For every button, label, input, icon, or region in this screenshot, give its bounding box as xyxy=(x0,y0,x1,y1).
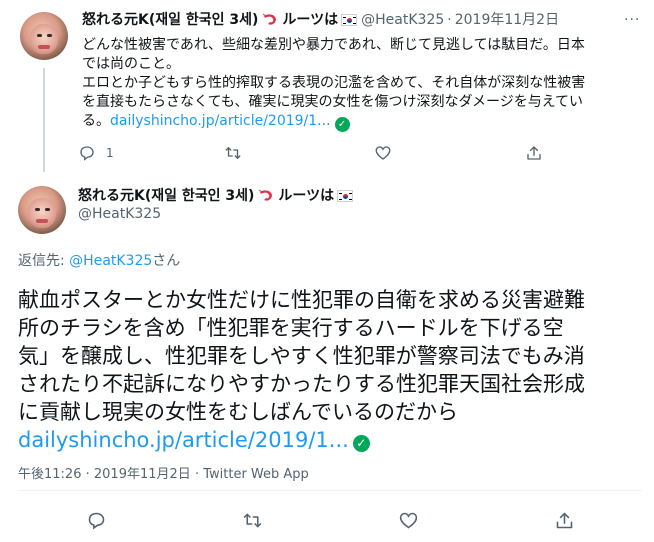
tweet-parent[interactable]: 怒れる元K(재일 한국인 3세) ルーツは @HeatK325 · 2019年1… xyxy=(0,0,654,176)
like-button[interactable] xyxy=(374,144,392,162)
tweet-text-line: に貢献し現実の女性をむしばんでいるのだから xyxy=(18,400,458,424)
reply-to-mention[interactable]: @HeatK325 xyxy=(69,253,152,269)
reply-to-label: 返信先: xyxy=(18,253,65,269)
heart-icon xyxy=(399,512,418,529)
reply-icon xyxy=(88,512,105,530)
tweet-text-line: されたり不起訴になりやすかったりする性犯罪天国社会形成 xyxy=(18,372,585,396)
separator: · xyxy=(447,12,452,28)
tweet-header: 怒れる元K(재일 한국인 3세) ルーツは xyxy=(78,187,354,205)
tweet-text-line: では尚のこと。 xyxy=(82,56,180,72)
tweet-text-line: 献血ポスターとか女性だけに性犯罪の自衛を求める災害避難 xyxy=(18,288,585,312)
share-icon xyxy=(527,146,541,160)
avatar[interactable] xyxy=(18,186,66,234)
tweet-header: 怒れる元K(재일 한국인 3세) ルーツは @HeatK325 · 2019年1… xyxy=(82,11,559,29)
tweet-text: どんな性被害であれ、些細な差別や暴力であれ、断じて見逃しては駄目だ。日本 では尚… xyxy=(82,36,642,132)
tweet-text-line: 気」を醸成し、性犯罪をしやすく性犯罪が警察司法でもみ消 xyxy=(18,344,585,368)
shrimp-emoji-icon xyxy=(258,189,274,203)
reply-button[interactable]: 1 xyxy=(78,144,114,162)
article-link[interactable]: dailyshincho.jp/article/2019/1... xyxy=(110,113,331,129)
tweet-date[interactable]: 2019年11月2日 xyxy=(94,467,191,482)
tweet-text-line: エロとか子どもすら性的搾取する表現の氾濫を含めて、それ自体が深刻な性被害 xyxy=(82,75,586,91)
tweet-text: 献血ポスターとか女性だけに性犯罪の自衛を求める災害避難 所のチラシを含め「性犯罪… xyxy=(18,286,642,454)
south-korea-flag-icon xyxy=(341,14,358,26)
display-name[interactable]: 怒れる元K(재일 한국인 3세) xyxy=(78,187,254,205)
shrimp-emoji-icon xyxy=(262,13,278,27)
tweet-meta: 午後11:26 · 2019年11月2日 · Twitter Web App xyxy=(18,463,309,482)
verified-check-icon: ✓ xyxy=(334,117,350,132)
display-name-suffix: ルーツは xyxy=(282,12,339,28)
reply-button[interactable] xyxy=(86,510,107,531)
thread-line xyxy=(43,68,45,172)
more-options-icon[interactable]: ··· xyxy=(624,12,640,28)
tweet-text-line: dailyshincho.jp/article/2019/1... ✓ xyxy=(18,426,642,454)
display-name-suffix: ルーツは xyxy=(278,188,335,204)
tweet-text-line: どんな性被害であれ、些細な差別や暴力であれ、断じて見逃しては駄目だ。日本 xyxy=(82,37,585,53)
south-korea-flag-icon xyxy=(337,190,354,202)
retweet-button[interactable] xyxy=(224,144,242,162)
tweet-text-fragment: る。 xyxy=(82,113,110,129)
tweet-text-line: を直接もたらさなくても、確実に現実の女性を傷つけ深刻なダメージを与えてい xyxy=(82,94,584,110)
reply-to-line: 返信先: @HeatK325さん xyxy=(18,250,180,270)
avatar[interactable] xyxy=(20,12,68,60)
retweet-icon xyxy=(243,513,262,528)
tweet-source[interactable]: Twitter Web App xyxy=(203,467,309,482)
retweet-button[interactable] xyxy=(242,510,263,531)
heart-icon xyxy=(375,146,391,160)
article-link[interactable]: dailyshincho.jp/article/2019/1... xyxy=(18,428,349,452)
tweet-time[interactable]: 午後11:26 xyxy=(18,467,81,482)
like-button[interactable] xyxy=(398,510,419,531)
tweet-text-line: る。dailyshincho.jp/article/2019/1... ✓ xyxy=(82,112,642,132)
user-handle[interactable]: @HeatK325 xyxy=(78,206,161,222)
reply-icon xyxy=(80,146,94,161)
tweet-date[interactable]: 2019年11月2日 xyxy=(455,11,559,29)
divider xyxy=(18,490,642,491)
display-name[interactable]: 怒れる元K(재일 한국인 3세) xyxy=(82,11,258,29)
share-icon xyxy=(556,512,573,529)
separator: · xyxy=(85,467,90,482)
reply-to-suffix: さん xyxy=(152,253,181,269)
share-button[interactable] xyxy=(525,144,543,162)
retweet-icon xyxy=(225,147,241,159)
share-button[interactable] xyxy=(554,510,575,531)
reply-count: 1 xyxy=(106,146,114,160)
tweet-focused: 怒れる元K(재일 한국인 3세) ルーツは @HeatK325 返信先: @He… xyxy=(0,176,654,542)
verified-check-icon: ✓ xyxy=(352,435,370,452)
tweet-text-line: 所のチラシを含め「性犯罪を実行するハードルを下げる空 xyxy=(18,316,564,340)
separator: · xyxy=(194,467,200,482)
user-handle[interactable]: @HeatK325 xyxy=(361,11,444,29)
